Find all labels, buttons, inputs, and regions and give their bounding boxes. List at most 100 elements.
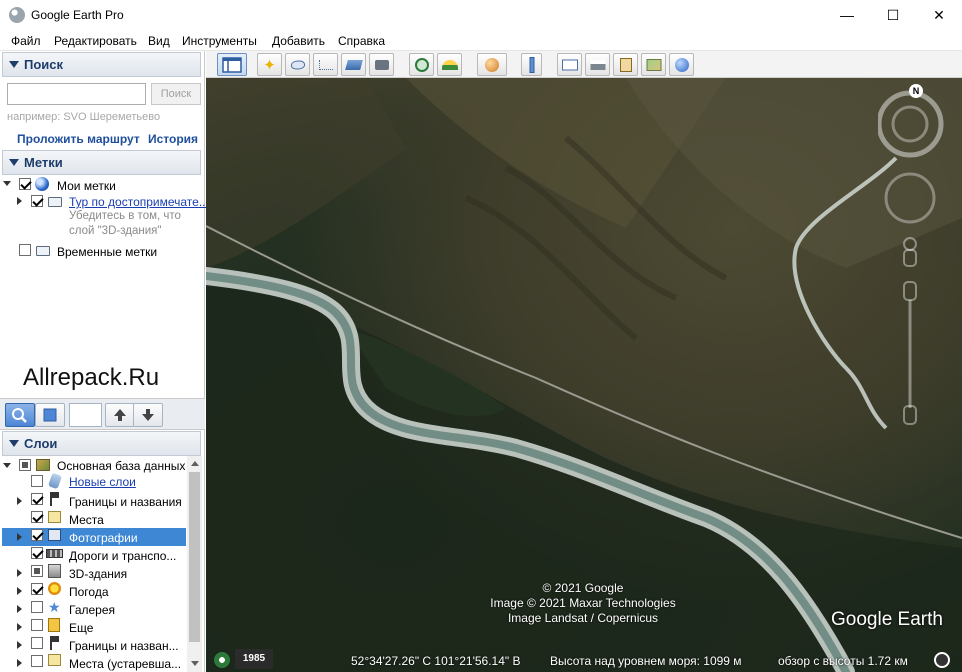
expand-arrow-icon[interactable]	[17, 605, 22, 613]
my-places-checkbox[interactable]	[19, 178, 31, 190]
tree-item-my-places[interactable]: Мои метки	[57, 179, 116, 193]
layer-primary-database[interactable]: Основная база данных	[57, 459, 185, 473]
earth-view-button[interactable]	[669, 53, 694, 76]
street-view-pegman-icon[interactable]	[903, 237, 917, 251]
close-button[interactable]: ✕	[916, 0, 962, 30]
planet-switch-button[interactable]	[477, 53, 507, 76]
minimize-button[interactable]: —	[824, 0, 870, 30]
tree-item-tour[interactable]: Тур по достопримечате...	[69, 195, 209, 209]
map-viewport[interactable]: N © 2021 Google Image © 2021 Maxar Techn…	[206, 78, 962, 672]
planet-icon	[485, 57, 499, 72]
expand-arrow-icon[interactable]	[17, 497, 22, 505]
directions-link[interactable]: Проложить маршрут	[17, 132, 140, 146]
layer-checkbox[interactable]	[31, 583, 43, 595]
search-panel-header[interactable]: Поиск	[2, 52, 201, 77]
places-icon	[48, 511, 61, 523]
print-button[interactable]	[585, 53, 610, 76]
maximize-button[interactable]: ☐	[870, 0, 916, 30]
layer-checkbox[interactable]	[31, 601, 43, 613]
search-hint: например: SVO Шереметьево	[7, 111, 161, 123]
imagery-date[interactable]: 1985	[235, 649, 273, 669]
layer-checkbox[interactable]	[31, 529, 43, 541]
layer-borders-labels[interactable]: Границы и названия	[69, 495, 182, 509]
historical-imagery-button[interactable]	[409, 53, 434, 76]
layer-checkbox[interactable]	[31, 493, 43, 505]
zoom-out-button[interactable]	[903, 405, 917, 425]
sun-icon	[48, 582, 61, 595]
layers-scrollbar[interactable]	[187, 456, 202, 672]
historical-clock-icon[interactable]	[214, 652, 230, 668]
expand-arrow-icon[interactable]	[3, 181, 11, 186]
scroll-up-arrow-icon[interactable]	[191, 461, 199, 466]
layer-checkbox[interactable]	[31, 655, 43, 667]
add-image-overlay-button[interactable]	[341, 53, 366, 76]
layer-checkbox[interactable]	[31, 619, 43, 631]
places-toolbar	[0, 398, 205, 430]
look-joystick[interactable]	[884, 172, 936, 224]
blank-field[interactable]	[69, 403, 102, 427]
menu-edit[interactable]: Редактировать	[54, 34, 137, 48]
layer-weather[interactable]: Погода	[69, 585, 109, 599]
clock-icon	[414, 57, 429, 72]
layer-checkbox[interactable]	[31, 475, 43, 487]
sunlight-button[interactable]	[437, 53, 462, 76]
layer-checkbox[interactable]	[31, 637, 43, 649]
tour-note-line2: слой "3D-здания"	[69, 225, 162, 237]
expand-arrow-icon[interactable]	[17, 587, 22, 595]
menu-tools[interactable]: Инструменты	[182, 34, 257, 48]
search-mode-button[interactable]	[5, 403, 35, 427]
expand-arrow-icon[interactable]	[17, 659, 22, 667]
layer-checkbox[interactable]	[19, 459, 31, 471]
panel-mode-button[interactable]	[35, 403, 65, 427]
scroll-down-arrow-icon[interactable]	[191, 661, 199, 666]
search-input[interactable]	[7, 83, 146, 105]
email-button[interactable]	[557, 53, 582, 76]
layer-places[interactable]: Места	[69, 513, 104, 527]
layer-checkbox[interactable]	[31, 565, 43, 577]
menu-add[interactable]: Добавить	[272, 34, 325, 48]
add-polygon-button[interactable]	[285, 53, 310, 76]
layer-gallery[interactable]: Галерея	[69, 603, 115, 617]
zoom-in-button[interactable]	[903, 281, 917, 301]
expand-arrow-icon[interactable]	[17, 197, 22, 205]
view-in-maps-button[interactable]	[641, 53, 666, 76]
scrollbar-thumb[interactable]	[189, 472, 200, 642]
tour-checkbox[interactable]	[31, 195, 43, 207]
layer-more[interactable]: Еще	[69, 621, 93, 635]
menu-help[interactable]: Справка	[338, 34, 385, 48]
tilt-ring[interactable]	[891, 105, 929, 143]
tree-item-temporary-places[interactable]: Временные метки	[57, 245, 157, 259]
layer-places-legacy[interactable]: Места (устаревша...	[69, 657, 181, 671]
layer-roads[interactable]: Дороги и транспо...	[69, 549, 176, 563]
expand-arrow-icon[interactable]	[3, 463, 11, 468]
layer-3d-buildings[interactable]: 3D-здания	[69, 567, 127, 581]
temporary-places-checkbox[interactable]	[19, 244, 31, 256]
menu-file[interactable]: Файл	[11, 34, 41, 48]
record-tour-button[interactable]	[369, 53, 394, 76]
move-down-button[interactable]	[133, 403, 163, 427]
move-up-button[interactable]	[105, 403, 135, 427]
sidebar-toggle-button[interactable]	[217, 53, 247, 76]
save-image-button[interactable]	[613, 53, 638, 76]
globe-icon	[35, 177, 49, 191]
add-path-button[interactable]	[313, 53, 338, 76]
layer-checkbox[interactable]	[31, 547, 43, 559]
menu-view[interactable]: Вид	[148, 34, 170, 48]
history-link[interactable]: История	[148, 132, 198, 146]
expand-arrow-icon[interactable]	[17, 623, 22, 631]
expand-arrow-icon[interactable]	[17, 641, 22, 649]
layers-panel-header[interactable]: Слои	[2, 431, 201, 456]
expand-arrow-icon[interactable]	[17, 533, 22, 541]
layer-new-layers[interactable]: Новые слои	[69, 475, 136, 489]
north-indicator[interactable]: N	[909, 84, 923, 98]
layer-borders-labels-legacy[interactable]: Границы и назван...	[69, 639, 179, 653]
add-placemark-button[interactable]: ✦	[257, 53, 282, 76]
expand-arrow-icon[interactable]	[17, 569, 22, 577]
compass-ring[interactable]	[878, 90, 944, 158]
navigation-controls[interactable]	[878, 84, 948, 434]
search-button[interactable]: Поиск	[151, 83, 201, 105]
layer-photos[interactable]: Фотографии	[69, 531, 138, 545]
layer-checkbox[interactable]	[31, 511, 43, 523]
places-panel-header[interactable]: Метки	[2, 150, 201, 175]
ruler-button[interactable]	[521, 53, 542, 76]
